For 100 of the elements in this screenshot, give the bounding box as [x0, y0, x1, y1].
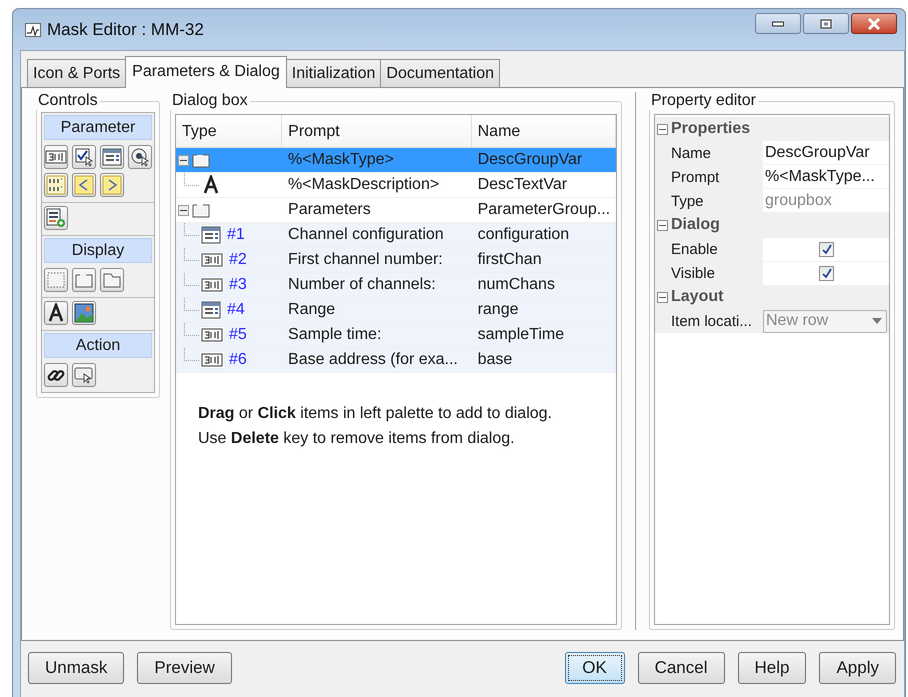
name-cell-text: DescTextVar — [476, 176, 568, 194]
text-a-icon — [201, 175, 221, 195]
name-cell-text: range — [476, 301, 520, 319]
group-title: Controls — [36, 92, 100, 110]
tree-row[interactable]: %<MaskType> DescGroupVar — [176, 148, 616, 173]
edit-box-icon — [201, 277, 223, 293]
push-button[interactable]: OK — [564, 652, 625, 684]
collapse-toggle[interactable] — [657, 292, 668, 302]
name-cell-text: sampleTime — [476, 326, 566, 344]
push-button[interactable]: Unmask — [28, 652, 124, 684]
hint-text: Drag or Click items in left palette to add to dialog. — [198, 404, 553, 424]
item-number: #1 — [227, 226, 245, 244]
tool-button[interactable] — [72, 301, 96, 325]
tree-row[interactable]: #5 Sample time: sampleTime — [176, 323, 616, 348]
push-button[interactable]: Apply — [819, 652, 896, 684]
item-number: #6 — [229, 351, 247, 369]
minimize-button[interactable] — [755, 13, 801, 34]
text-a-icon — [46, 303, 66, 323]
tool-button[interactable] — [44, 301, 68, 325]
tab-folder-icon — [102, 271, 122, 289]
column-header[interactable]: Type — [176, 115, 282, 147]
property-value[interactable]: DescGroupVar — [763, 141, 889, 165]
push-button[interactable]: Cancel — [638, 652, 724, 684]
maximize-button[interactable] — [803, 13, 849, 34]
prompt-cell-text: Range — [287, 301, 336, 319]
caret-icon — [872, 318, 882, 324]
collapse-toggle[interactable] — [178, 154, 189, 166]
tree-line — [184, 298, 199, 310]
edit-box-icon — [201, 252, 223, 268]
tree-row[interactable]: %<MaskDescription> DescTextVar — [176, 173, 616, 198]
list-add-icon — [46, 208, 66, 228]
item-number: #2 — [229, 251, 247, 269]
binary-matrix-icon — [46, 175, 66, 195]
prompt-cell-text: Channel configuration — [287, 226, 445, 244]
collapse-toggle[interactable] — [657, 220, 668, 230]
minimize-icon — [772, 20, 784, 26]
tool-button[interactable] — [44, 145, 68, 169]
edit-box-icon — [201, 327, 223, 343]
app-icon — [25, 22, 41, 36]
checkbox[interactable] — [818, 266, 834, 280]
list-icon — [201, 301, 221, 319]
prompt-cell-text: %<MaskType> — [287, 151, 395, 169]
prompt-cell-text: First channel number: — [287, 251, 444, 269]
item-number: #5 — [229, 326, 247, 344]
column-header[interactable]: Name — [472, 115, 616, 147]
tree-row[interactable]: #2 First channel number: firstChan — [176, 248, 616, 273]
item-number: #4 — [227, 301, 245, 319]
window-title: Mask Editor : MM-32 — [47, 20, 205, 40]
column-header[interactable]: Prompt — [282, 115, 472, 147]
hint-text: Use Delete key to remove items from dialog. — [198, 429, 516, 449]
collapse-toggle[interactable] — [178, 204, 189, 216]
tree-line — [184, 172, 199, 186]
property-value[interactable]: %<MaskType... — [763, 165, 889, 189]
tree-row[interactable]: #6 Base address (for exa... base — [176, 348, 616, 373]
list-icon — [102, 148, 122, 166]
name-cell-text: firstChan — [476, 251, 543, 269]
tool-button[interactable] — [44, 206, 68, 230]
section-title: Dialog — [671, 216, 720, 234]
tree-row[interactable]: #4 Range range — [176, 298, 616, 323]
radio-cursor-icon — [130, 147, 150, 167]
push-button[interactable]: Help — [738, 652, 806, 684]
section-title: Layout — [671, 288, 724, 306]
tab[interactable]: Documentation — [380, 59, 500, 87]
close-button[interactable] — [851, 13, 897, 34]
button-cursor-icon — [74, 365, 94, 385]
tree-row[interactable]: #3 Number of channels: numChans — [176, 273, 616, 298]
name-cell-text: numChans — [476, 276, 556, 294]
tree-line — [184, 272, 199, 286]
prompt-cell-text: Number of channels: — [287, 276, 437, 294]
section-header: Action — [44, 333, 152, 358]
prompt-cell-text: Base address (for exa... — [287, 351, 459, 369]
tool-button[interactable] — [44, 173, 68, 197]
checkbox-cursor-icon — [74, 147, 94, 167]
tree-row[interactable]: #1 Channel configuration configuration — [176, 223, 616, 248]
dotted-panel-icon — [46, 271, 66, 289]
tab[interactable]: Icon & Ports — [27, 59, 126, 87]
tab[interactable]: Parameters & Dialog — [125, 56, 287, 88]
edit-box-icon — [201, 352, 223, 368]
prompt-cell-text: %<MaskDescription> — [287, 176, 440, 194]
maximize-icon — [820, 18, 832, 28]
section-header: Display — [44, 238, 152, 263]
tree-line — [184, 348, 199, 360]
tab[interactable]: Initialization — [286, 59, 382, 87]
tool-button[interactable] — [72, 145, 96, 169]
prompt-cell-text: Parameters — [287, 201, 372, 219]
name-cell-text: ParameterGroup... — [476, 201, 612, 219]
name-cell-text: base — [476, 351, 514, 369]
close-icon — [867, 18, 881, 30]
section-title: Properties — [671, 120, 750, 138]
push-button[interactable]: Preview — [137, 652, 232, 684]
name-cell-text: configuration — [476, 226, 570, 244]
tool-button[interactable] — [128, 145, 152, 169]
image-icon — [74, 303, 94, 323]
tool-button[interactable] — [44, 363, 68, 387]
tool-button[interactable] — [100, 145, 124, 169]
right-chevron-icon — [102, 175, 122, 195]
section-header: Parameter — [44, 115, 152, 140]
collapse-toggle[interactable] — [657, 124, 668, 134]
checkbox[interactable] — [818, 242, 834, 256]
tool-button[interactable] — [72, 363, 96, 387]
